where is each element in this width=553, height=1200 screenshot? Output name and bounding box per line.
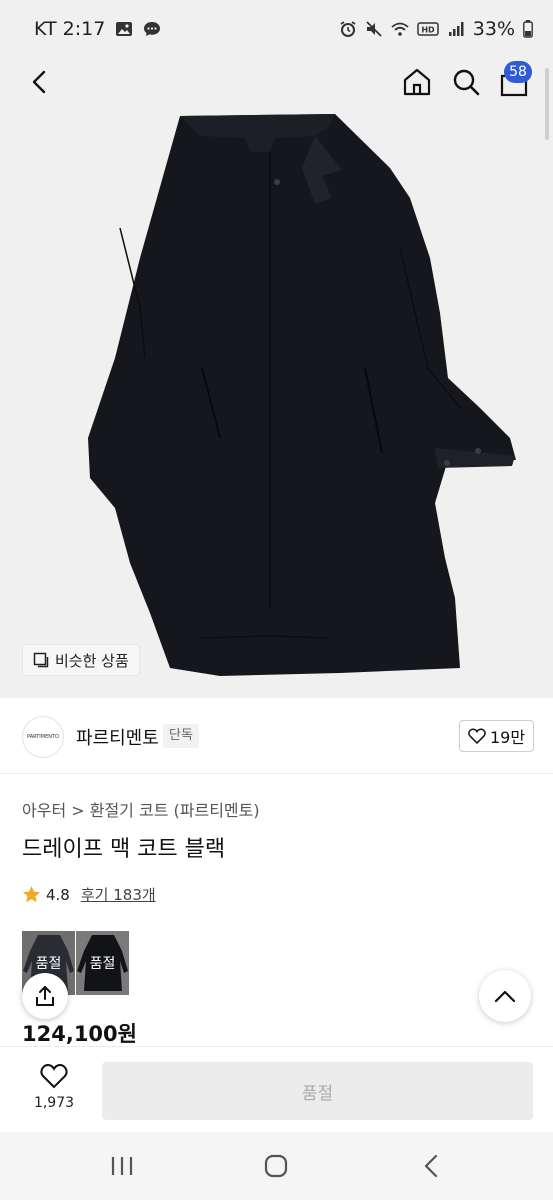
product-price: 124,100원: [22, 1022, 137, 1046]
brand-row: PARTIMENTO 파르티멘토 단독 19만: [0, 700, 553, 774]
sold-out-label: 품절: [89, 956, 116, 972]
wishlist-button[interactable]: 1,973: [24, 1063, 84, 1119]
system-navigation-bar: [0, 1132, 553, 1200]
recent-apps-icon[interactable]: [108, 1155, 136, 1177]
cart-count-badge: 58: [504, 61, 532, 83]
carrier-time: KT 2:17: [34, 18, 106, 40]
share-button[interactable]: [22, 973, 68, 1019]
svg-text:HD: HD: [421, 26, 435, 35]
mute-icon: [366, 21, 382, 37]
exclusive-tag: 단독: [163, 724, 199, 748]
similar-products-button[interactable]: 비슷한 상품: [22, 644, 140, 676]
home-button-icon[interactable]: [264, 1154, 288, 1178]
rating-row: 4.8 후기 183개: [22, 884, 156, 905]
similar-items-icon: [33, 652, 49, 668]
gallery-notification-icon: [116, 22, 133, 36]
brand-logo-text: PARTIMENTO: [27, 734, 59, 740]
wifi-icon: [391, 22, 409, 36]
buy-button-disabled[interactable]: 품절: [102, 1062, 533, 1120]
product-image: [88, 114, 516, 676]
heart-icon: [468, 728, 486, 744]
message-notification-icon: [144, 22, 161, 36]
brand-name[interactable]: 파르티멘토: [76, 724, 159, 750]
chevron-up-icon: [494, 990, 516, 1003]
battery-icon: [523, 20, 533, 38]
status-left: KT 2:17: [34, 18, 161, 40]
star-icon: [22, 885, 41, 903]
bottom-action-bar: 1,973 품절: [0, 1046, 553, 1132]
scroll-top-button[interactable]: [479, 970, 531, 1022]
alarm-icon: [340, 21, 356, 37]
status-bar: KT 2:17 HD 33%: [0, 0, 553, 58]
brand-like-count: 19만: [490, 728, 526, 747]
brand-logo[interactable]: PARTIMENTO: [22, 716, 64, 758]
rating-value: 4.8: [46, 885, 70, 904]
review-link[interactable]: 후기 183개: [81, 884, 156, 905]
sold-out-label: 품절: [35, 956, 62, 972]
breadcrumb[interactable]: 아우터 > 환절기 코트 (파르티멘토): [22, 797, 260, 821]
back-arrow-icon[interactable]: [26, 68, 54, 96]
heart-outline-icon: [40, 1064, 68, 1089]
hd-voice-icon: HD: [417, 22, 439, 36]
product-title: 드레이프 맥 코트 블랙: [22, 837, 226, 862]
signal-icon: [448, 22, 464, 36]
search-icon[interactable]: [450, 66, 482, 98]
share-icon: [36, 986, 54, 1006]
color-option-black[interactable]: 품절: [76, 931, 129, 995]
system-back-icon[interactable]: [420, 1154, 444, 1178]
brand-like-button[interactable]: 19만: [459, 720, 535, 752]
top-nav: 58: [0, 58, 553, 108]
similar-products-label: 비슷한 상품: [55, 651, 129, 670]
wishlist-count: 1,973: [33, 1095, 75, 1111]
home-icon[interactable]: [401, 66, 433, 98]
battery-percent: 33%: [472, 18, 515, 40]
status-right: HD 33%: [339, 18, 533, 40]
product-image-area[interactable]: 58 비슷한 상품: [0, 58, 553, 698]
